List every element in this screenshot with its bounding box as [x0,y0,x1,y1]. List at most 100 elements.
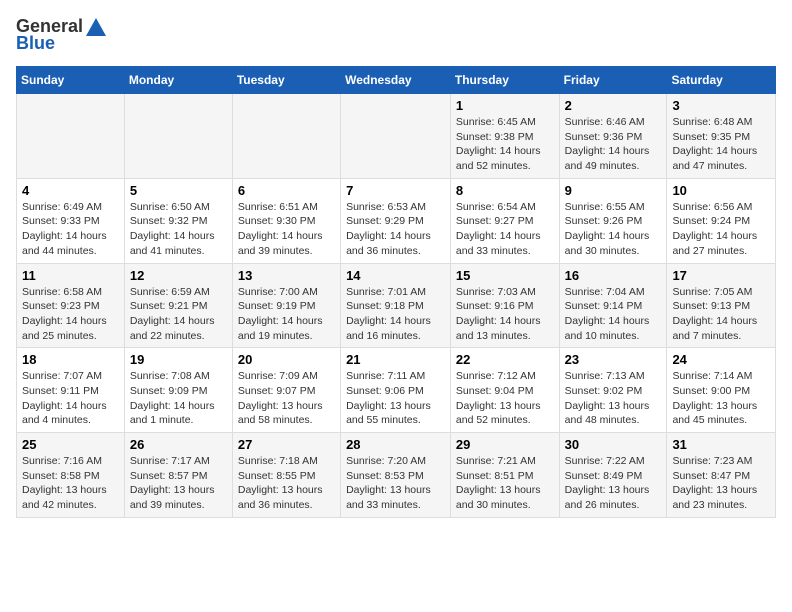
cell-content: Sunrise: 6:56 AM Sunset: 9:24 PM Dayligh… [672,200,770,259]
cell-content: Sunrise: 6:54 AM Sunset: 9:27 PM Dayligh… [456,200,554,259]
cell-content: Sunrise: 7:09 AM Sunset: 9:07 PM Dayligh… [238,369,335,428]
day-number: 29 [456,437,554,452]
calendar-cell: 10 Sunrise: 6:56 AM Sunset: 9:24 PM Dayli… [667,178,776,263]
cell-content: Sunrise: 6:59 AM Sunset: 9:21 PM Dayligh… [130,285,227,344]
day-number: 23 [565,352,662,367]
weekday-header-sunday: Sunday [17,67,125,94]
day-number: 14 [346,268,445,283]
day-number: 31 [672,437,770,452]
day-number: 2 [565,98,662,113]
cell-content: Sunrise: 7:18 AM Sunset: 8:55 PM Dayligh… [238,454,335,513]
cell-content: Sunrise: 6:53 AM Sunset: 9:29 PM Dayligh… [346,200,445,259]
cell-content: Sunrise: 7:01 AM Sunset: 9:18 PM Dayligh… [346,285,445,344]
day-number: 17 [672,268,770,283]
calendar-cell: 22 Sunrise: 7:12 AM Sunset: 9:04 PM Dayli… [450,348,559,433]
cell-content: Sunrise: 7:04 AM Sunset: 9:14 PM Dayligh… [565,285,662,344]
calendar-cell: 13 Sunrise: 7:00 AM Sunset: 9:19 PM Dayli… [232,263,340,348]
cell-content: Sunrise: 7:13 AM Sunset: 9:02 PM Dayligh… [565,369,662,428]
day-number: 7 [346,183,445,198]
calendar-cell [232,94,340,179]
cell-content: Sunrise: 7:12 AM Sunset: 9:04 PM Dayligh… [456,369,554,428]
cell-content: Sunrise: 7:00 AM Sunset: 9:19 PM Dayligh… [238,285,335,344]
cell-content: Sunrise: 7:14 AM Sunset: 9:00 PM Dayligh… [672,369,770,428]
calendar-cell: 23 Sunrise: 7:13 AM Sunset: 9:02 PM Dayli… [559,348,667,433]
day-number: 9 [565,183,662,198]
calendar-cell: 26Sunrise: 7:17 AM Sunset: 8:57 PM Dayli… [124,433,232,518]
calendar-cell: 8 Sunrise: 6:54 AM Sunset: 9:27 PM Daylig… [450,178,559,263]
calendar-cell: 15 Sunrise: 7:03 AM Sunset: 9:16 PM Dayli… [450,263,559,348]
weekday-header-thursday: Thursday [450,67,559,94]
calendar-cell: 20Sunrise: 7:09 AM Sunset: 9:07 PM Dayli… [232,348,340,433]
day-number: 3 [672,98,770,113]
calendar-cell [124,94,232,179]
logo-icon [86,18,106,36]
cell-content: Sunrise: 6:51 AM Sunset: 9:30 PM Dayligh… [238,200,335,259]
calendar-cell: 30 Sunrise: 7:22 AM Sunset: 8:49 PM Dayli… [559,433,667,518]
calendar-week-row: 18Sunrise: 7:07 AM Sunset: 9:11 PM Dayli… [17,348,776,433]
day-number: 19 [130,352,227,367]
day-number: 30 [565,437,662,452]
day-number: 21 [346,352,445,367]
day-number: 4 [22,183,119,198]
logo-blue-text: Blue [16,33,55,54]
calendar-cell: 19Sunrise: 7:08 AM Sunset: 9:09 PM Dayli… [124,348,232,433]
weekday-header-friday: Friday [559,67,667,94]
weekday-header-monday: Monday [124,67,232,94]
calendar-cell: 9 Sunrise: 6:55 AM Sunset: 9:26 PM Daylig… [559,178,667,263]
day-number: 27 [238,437,335,452]
header: General Blue [16,16,776,54]
calendar-week-row: 4Sunrise: 6:49 AM Sunset: 9:33 PM Daylig… [17,178,776,263]
cell-content: Sunrise: 6:46 AM Sunset: 9:36 PM Dayligh… [565,115,662,174]
calendar-cell: 4Sunrise: 6:49 AM Sunset: 9:33 PM Daylig… [17,178,125,263]
cell-content: Sunrise: 7:22 AM Sunset: 8:49 PM Dayligh… [565,454,662,513]
cell-content: Sunrise: 7:21 AM Sunset: 8:51 PM Dayligh… [456,454,554,513]
day-number: 10 [672,183,770,198]
calendar-cell: 2 Sunrise: 6:46 AM Sunset: 9:36 PM Daylig… [559,94,667,179]
day-number: 16 [565,268,662,283]
cell-content: Sunrise: 7:03 AM Sunset: 9:16 PM Dayligh… [456,285,554,344]
day-number: 5 [130,183,227,198]
day-number: 1 [456,98,554,113]
cell-content: Sunrise: 7:07 AM Sunset: 9:11 PM Dayligh… [22,369,119,428]
weekday-header-row: SundayMondayTuesdayWednesdayThursdayFrid… [17,67,776,94]
cell-content: Sunrise: 6:55 AM Sunset: 9:26 PM Dayligh… [565,200,662,259]
cell-content: Sunrise: 7:11 AM Sunset: 9:06 PM Dayligh… [346,369,445,428]
calendar-cell: 17 Sunrise: 7:05 AM Sunset: 9:13 PM Dayli… [667,263,776,348]
day-number: 22 [456,352,554,367]
calendar-cell: 11 Sunrise: 6:58 AM Sunset: 9:23 PM Dayli… [17,263,125,348]
day-number: 28 [346,437,445,452]
weekday-header-saturday: Saturday [667,67,776,94]
cell-content: Sunrise: 7:20 AM Sunset: 8:53 PM Dayligh… [346,454,445,513]
day-number: 13 [238,268,335,283]
calendar-cell: 29 Sunrise: 7:21 AM Sunset: 8:51 PM Dayli… [450,433,559,518]
calendar-cell: 28 Sunrise: 7:20 AM Sunset: 8:53 PM Dayli… [341,433,451,518]
calendar-table: SundayMondayTuesdayWednesdayThursdayFrid… [16,66,776,518]
weekday-header-tuesday: Tuesday [232,67,340,94]
logo: General Blue [16,16,106,54]
cell-content: Sunrise: 6:58 AM Sunset: 9:23 PM Dayligh… [22,285,119,344]
day-number: 8 [456,183,554,198]
calendar-cell: 14 Sunrise: 7:01 AM Sunset: 9:18 PM Dayli… [341,263,451,348]
calendar-cell: 25 Sunrise: 7:16 AM Sunset: 8:58 PM Dayli… [17,433,125,518]
cell-content: Sunrise: 7:17 AM Sunset: 8:57 PM Dayligh… [130,454,227,513]
calendar-cell: 7 Sunrise: 6:53 AM Sunset: 9:29 PM Daylig… [341,178,451,263]
day-number: 25 [22,437,119,452]
cell-content: Sunrise: 7:23 AM Sunset: 8:47 PM Dayligh… [672,454,770,513]
calendar-week-row: 25 Sunrise: 7:16 AM Sunset: 8:58 PM Dayli… [17,433,776,518]
day-number: 12 [130,268,227,283]
cell-content: Sunrise: 7:05 AM Sunset: 9:13 PM Dayligh… [672,285,770,344]
day-number: 6 [238,183,335,198]
calendar-cell: 27 Sunrise: 7:18 AM Sunset: 8:55 PM Dayli… [232,433,340,518]
calendar-week-row: 11 Sunrise: 6:58 AM Sunset: 9:23 PM Dayli… [17,263,776,348]
cell-content: Sunrise: 7:16 AM Sunset: 8:58 PM Dayligh… [22,454,119,513]
calendar-cell: 16 Sunrise: 7:04 AM Sunset: 9:14 PM Dayli… [559,263,667,348]
cell-content: Sunrise: 6:50 AM Sunset: 9:32 PM Dayligh… [130,200,227,259]
calendar-week-row: 1 Sunrise: 6:45 AM Sunset: 9:38 PM Daylig… [17,94,776,179]
calendar-cell: 1 Sunrise: 6:45 AM Sunset: 9:38 PM Daylig… [450,94,559,179]
calendar-cell: 12 Sunrise: 6:59 AM Sunset: 9:21 PM Dayli… [124,263,232,348]
calendar-cell: 18Sunrise: 7:07 AM Sunset: 9:11 PM Dayli… [17,348,125,433]
day-number: 15 [456,268,554,283]
cell-content: Sunrise: 6:45 AM Sunset: 9:38 PM Dayligh… [456,115,554,174]
cell-content: Sunrise: 6:48 AM Sunset: 9:35 PM Dayligh… [672,115,770,174]
day-number: 11 [22,268,119,283]
